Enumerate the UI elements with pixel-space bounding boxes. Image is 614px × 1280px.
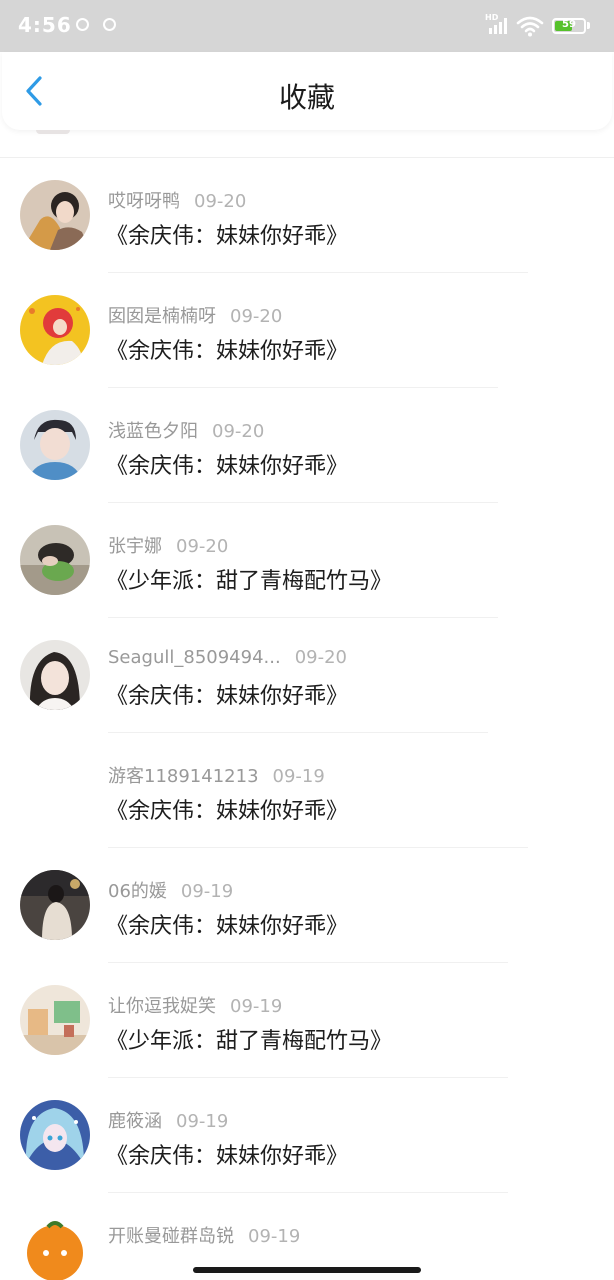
user-name[interactable]: Seagull_8509494... 09-20: [108, 647, 347, 668]
favorite-item[interactable]: 哎呀呀鸭 09-20 《余庆伟：妹妹你好乖》: [0, 130, 614, 273]
status-bar: 4:56 HD 59: [0, 0, 614, 52]
favorite-date: 09-19: [248, 1226, 301, 1247]
avatar[interactable]: [20, 180, 90, 250]
user-name-text[interactable]: 让你逗我娖笑: [108, 996, 216, 1017]
avatar[interactable]: [20, 410, 90, 480]
favorite-item[interactable]: 张宇娜 09-20 《少年派：甜了青梅配竹马》: [0, 475, 614, 618]
favorite-date: 09-19: [180, 881, 234, 902]
favorite-date: 09-19: [176, 1111, 229, 1132]
favorite-item[interactable]: 游客1189141213 09-19 《余庆伟：妹妹你好乖》: [0, 705, 614, 848]
favorite-item[interactable]: 06的媛 09-19 《余庆伟：妹妹你好乖》: [0, 820, 614, 963]
avatar[interactable]: [20, 870, 90, 940]
favorite-item[interactable]: 浅蓝色夕阳 09-20 《余庆伟：妹妹你好乖》: [0, 360, 614, 503]
favorite-date: 09-19: [230, 996, 283, 1017]
user-name[interactable]: 开账曼碰群岛锐 09-19: [108, 1222, 300, 1248]
favorite-item[interactable]: Seagull_8509494... 09-20 《余庆伟：妹妹你好乖》: [0, 590, 614, 733]
avatar[interactable]: [20, 1215, 90, 1280]
user-name[interactable]: 哎呀呀鸭 09-20: [108, 187, 246, 213]
user-name[interactable]: 囡囡是楠楠呀 09-20: [108, 302, 282, 328]
favorite-item[interactable]: 开账曼碰群岛锐 09-19: [0, 1165, 614, 1280]
notification-icon: [76, 18, 89, 31]
user-name[interactable]: 让你逗我娖笑 09-19: [108, 992, 282, 1018]
user-name-text[interactable]: 游客1189141213: [108, 766, 259, 787]
user-name-text[interactable]: 张宇娜: [108, 536, 162, 557]
avatar[interactable]: [20, 640, 90, 710]
battery-level: 59: [562, 19, 576, 30]
battery-tip: [587, 22, 590, 29]
avatar[interactable]: [20, 755, 90, 825]
user-name[interactable]: 06的媛 09-19: [108, 877, 233, 903]
home-indicator[interactable]: [193, 1267, 421, 1273]
favorites-list: 哎呀呀鸭 09-20 《余庆伟：妹妹你好乖》 囡囡是楠楠呀 09-20 《余庆伟：妹妹你好…: [0, 130, 614, 1280]
favorite-date: 09-20: [212, 421, 265, 442]
battery-icon: 59: [552, 18, 586, 34]
favorite-date: 09-19: [272, 766, 325, 787]
favorite-item[interactable]: 囡囡是楠楠呀 09-20 《余庆伟：妹妹你好乖》: [0, 245, 614, 388]
user-name[interactable]: 浅蓝色夕阳 09-20: [108, 417, 264, 443]
avatar[interactable]: [20, 295, 90, 365]
user-name-text[interactable]: 开账曼碰群岛锐: [108, 1226, 234, 1247]
avatar[interactable]: [20, 525, 90, 595]
favorite-date: 09-20: [194, 191, 247, 212]
avatar[interactable]: [20, 985, 90, 1055]
favorite-item[interactable]: 让你逗我娖笑 09-19 《少年派：甜了青梅配竹马》: [0, 935, 614, 1078]
notification-icon: [103, 18, 116, 31]
user-name-text[interactable]: 囡囡是楠楠呀: [108, 306, 216, 327]
user-name-text[interactable]: Seagull_8509494...: [108, 647, 281, 668]
user-name-text[interactable]: 哎呀呀鸭: [108, 191, 180, 212]
user-name-text[interactable]: 鹿筱涵: [108, 1111, 162, 1132]
user-name-text[interactable]: 06的媛: [108, 881, 167, 902]
favorite-date: 09-20: [176, 536, 229, 557]
user-name[interactable]: 张宇娜 09-20: [108, 532, 228, 558]
signal-icon: [489, 18, 507, 34]
status-time: 4:56: [18, 13, 72, 37]
user-name[interactable]: 鹿筱涵 09-19: [108, 1107, 228, 1133]
favorite-date: 09-20: [294, 647, 348, 668]
page-title: 收藏: [278, 81, 335, 114]
favorite-item[interactable]: 鹿筱涵 09-19 《余庆伟：妹妹你好乖》: [0, 1050, 614, 1193]
wifi-icon: [516, 16, 544, 37]
favorite-date: 09-20: [230, 306, 283, 327]
user-name-text[interactable]: 浅蓝色夕阳: [108, 421, 198, 442]
user-name[interactable]: 游客1189141213 09-19: [108, 762, 325, 788]
avatar[interactable]: [20, 1100, 90, 1170]
top-nav-bar: 收藏: [2, 52, 612, 130]
